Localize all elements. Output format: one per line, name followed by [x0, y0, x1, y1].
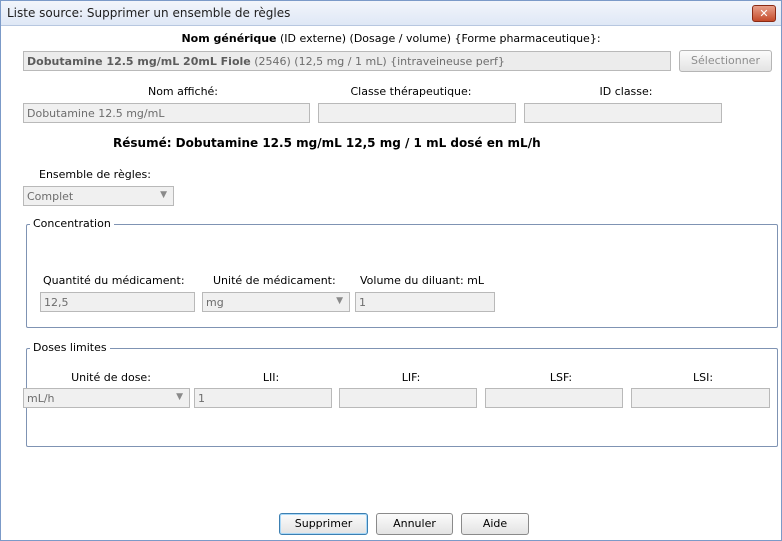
window-title: Liste source: Supprimer un ensemble de r… — [7, 6, 291, 20]
chevron-down-icon: ▼ — [176, 392, 183, 402]
title-bar[interactable]: Liste source: Supprimer un ensemble de r… — [1, 1, 781, 26]
display-name-field[interactable]: Dobutamine 12.5 mg/mL — [23, 103, 310, 123]
drug-unit-dropdown[interactable]: mg ▼ — [202, 292, 350, 312]
help-button[interactable]: Aide — [461, 513, 529, 535]
dose-unit-label: Unité de dose: — [71, 371, 151, 384]
generic-name-field[interactable]: Dobutamine 12.5 mg/mL 20mL Fiole (2546) … — [23, 51, 671, 71]
cancel-button[interactable]: Annuler — [376, 513, 453, 535]
therapeutic-class-label: Classe thérapeutique: — [350, 85, 472, 98]
lif-label: LIF: — [401, 371, 421, 384]
class-id-field[interactable] — [524, 103, 722, 123]
ruleset-label: Ensemble de règles: — [39, 168, 151, 181]
select-button[interactable]: Sélectionner — [679, 50, 772, 72]
generic-name-header-bold: Nom générique — [181, 32, 277, 45]
concentration-legend: Concentration — [30, 217, 114, 230]
lii-field[interactable]: 1 — [194, 388, 332, 408]
generic-name-header-rest: (ID externe) (Dosage / volume) {Forme ph… — [280, 32, 601, 45]
generic-name-main: Dobutamine 12.5 mg/mL 20mL Fiole — [27, 55, 251, 68]
dialog-window: Liste source: Supprimer un ensemble de r… — [0, 0, 782, 541]
generic-name-header: Nom générique (ID externe) (Dosage / vol… — [1, 32, 781, 45]
ruleset-value: Complet — [27, 190, 74, 203]
generic-name-details: (2546) (12,5 mg / 1 mL) {intraveineuse p… — [254, 55, 505, 68]
lsi-field[interactable] — [631, 388, 770, 408]
drug-quantity-label: Quantité du médicament: — [43, 274, 185, 287]
class-id-label: ID classe: — [599, 85, 653, 98]
dose-limits-legend: Doses limites — [30, 341, 110, 354]
lsi-label: LSI: — [692, 371, 714, 384]
chevron-down-icon: ▼ — [160, 190, 167, 200]
drug-unit-value: mg — [206, 296, 224, 309]
lif-field[interactable] — [339, 388, 477, 408]
display-name-label: Nom affiché: — [147, 85, 219, 98]
diluent-volume-field[interactable]: 1 — [355, 292, 495, 312]
lsf-label: LSF: — [549, 371, 573, 384]
drug-quantity-field[interactable]: 12,5 — [40, 292, 195, 312]
delete-button[interactable]: Supprimer — [279, 513, 368, 535]
dose-unit-value: mL/h — [27, 392, 55, 405]
lsf-field[interactable] — [485, 388, 623, 408]
dose-unit-dropdown[interactable]: mL/h ▼ — [23, 388, 190, 408]
chevron-down-icon: ▼ — [336, 296, 343, 306]
lii-label: LII: — [262, 371, 280, 384]
therapeutic-class-field[interactable] — [318, 103, 516, 123]
diluent-volume-label: Volume du diluant: mL — [360, 274, 484, 287]
ruleset-dropdown[interactable]: Complet ▼ — [23, 186, 174, 206]
drug-unit-label: Unité de médicament: — [213, 274, 336, 287]
summary-text: Résumé: Dobutamine 12.5 mg/mL 12,5 mg / … — [113, 136, 541, 150]
close-icon[interactable]: ✕ — [752, 5, 776, 22]
